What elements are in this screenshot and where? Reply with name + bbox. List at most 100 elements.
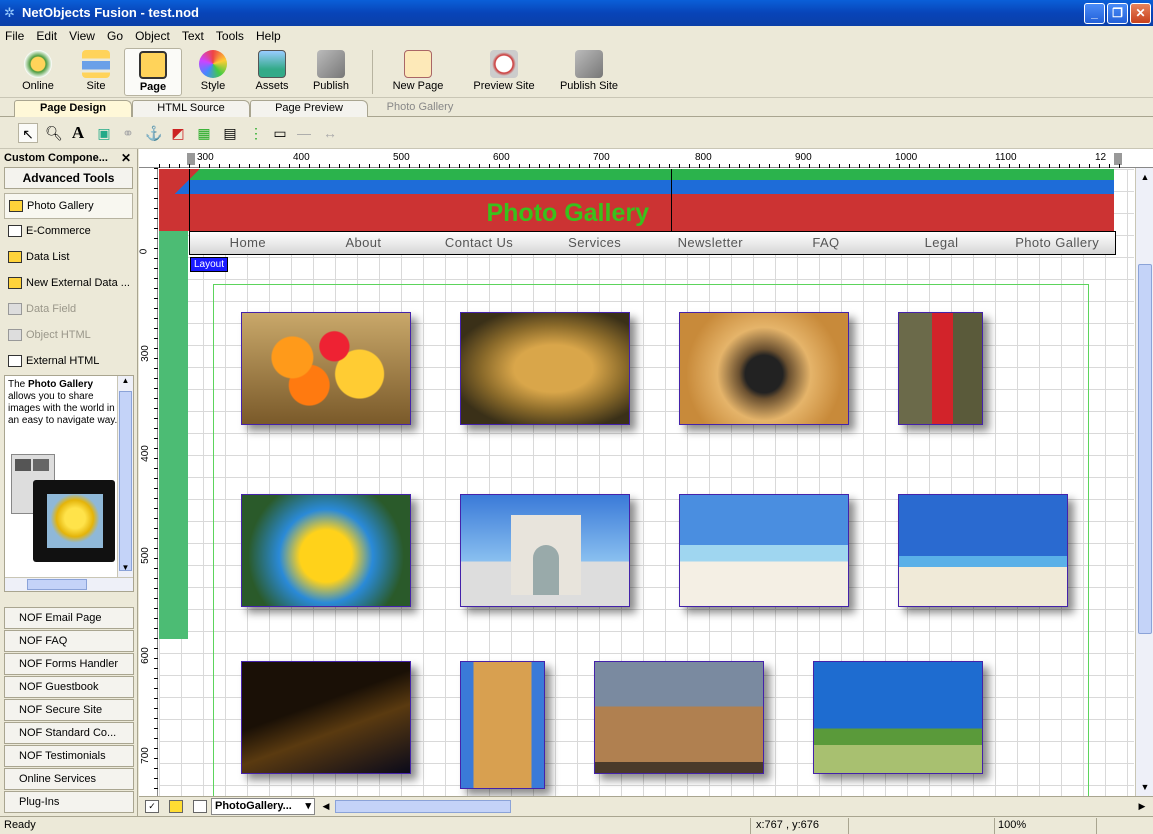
category-nof-testimonials[interactable]: NOF Testimonials [4, 745, 134, 767]
nav-home[interactable]: Home [190, 232, 306, 254]
category-nof-email-page[interactable]: NOF Email Page [4, 607, 134, 629]
online-button[interactable]: Online [8, 48, 68, 96]
close-panel-icon[interactable]: ✕ [121, 151, 131, 165]
publish-site-icon [575, 50, 603, 78]
gallery-photo-fruit[interactable] [241, 312, 411, 425]
menu-tools[interactable]: Tools [211, 26, 248, 43]
checkbox-icon[interactable]: ✓ [145, 800, 159, 813]
gallery-photo-meadow-sky[interactable] [813, 661, 983, 774]
table-tool-icon[interactable]: ▦ [194, 123, 214, 143]
form-tool-icon[interactable]: ▤ [220, 123, 240, 143]
category-nof-secure-site[interactable]: NOF Secure Site [4, 699, 134, 721]
section-advanced-tools[interactable]: Advanced Tools [4, 167, 133, 189]
scroll-down-icon[interactable]: ▼ [1138, 780, 1152, 794]
scroll-right-icon[interactable]: ▶ [1135, 799, 1149, 814]
component-new-external-data[interactable]: New External Data ... [4, 271, 133, 297]
page-icon [139, 51, 167, 79]
tab-html-source[interactable]: HTML Source [132, 100, 250, 117]
close-button[interactable]: ✕ [1130, 3, 1151, 24]
photo-gallery-preview-image [11, 454, 119, 570]
window-title: NetObjects Fusion - test.nod [22, 5, 199, 20]
layer-icon[interactable] [169, 800, 183, 813]
gallery-photo-colosseum[interactable] [594, 661, 764, 774]
minimize-button[interactable]: _ [1084, 3, 1105, 24]
component-object-html: Object HTML [4, 323, 133, 349]
maximize-button[interactable]: ❐ [1107, 3, 1128, 24]
gallery-photo-cathedral[interactable] [460, 661, 545, 789]
site-button[interactable]: Site [66, 48, 126, 96]
preview-site-button[interactable]: Preview Site [466, 48, 542, 96]
app-icon: ✲ [4, 5, 15, 20]
chevron-down-icon: ▾ [305, 800, 311, 812]
category-online-services[interactable]: Online Services [4, 768, 134, 790]
nav-newsletter[interactable]: Newsletter [653, 232, 769, 254]
data-field-icon [8, 303, 22, 315]
tab-page-design[interactable]: Page Design [14, 100, 132, 117]
page-canvas[interactable]: Photo Gallery Home About Contact Us Serv… [159, 169, 1134, 796]
menu-text[interactable]: Text [177, 26, 208, 43]
tab-page-preview[interactable]: Page Preview [250, 100, 368, 117]
draw-rectangle-icon[interactable]: ▭ [270, 123, 290, 143]
gallery-photo-arc-de-triomphe[interactable] [460, 494, 630, 607]
page-view-icon[interactable] [193, 800, 207, 813]
category-plug-ins[interactable]: Plug-Ins [4, 791, 134, 813]
menu-go[interactable]: Go [102, 26, 127, 43]
menu-object[interactable]: Object [130, 26, 174, 43]
menu-edit[interactable]: Edit [31, 26, 61, 43]
nav-photo-gallery[interactable]: Photo Gallery [999, 232, 1115, 254]
assets-button[interactable]: Assets [242, 48, 302, 96]
nav-faq[interactable]: FAQ [768, 232, 884, 254]
tab-photo-gallery[interactable]: Photo Gallery [370, 100, 470, 117]
nav-contact-us[interactable]: Contact Us [421, 232, 537, 254]
selection-tool-icon[interactable]: ↖ [18, 123, 38, 143]
component-e-commerce[interactable]: E-Commerce [4, 219, 133, 245]
category-nof-standard-components[interactable]: NOF Standard Co... [4, 722, 134, 744]
style-icon [199, 50, 227, 78]
gallery-photo-parrot-blue[interactable] [241, 494, 411, 607]
hotspot-tool-icon[interactable]: ◩ [168, 123, 188, 143]
zoom-level: 100% [998, 819, 1027, 831]
title-bar: ✲ NetObjects Fusion - test.nod _ ❐ ✕ [0, 0, 1153, 26]
page-button[interactable]: Page [124, 48, 182, 96]
nav-services[interactable]: Services [537, 232, 653, 254]
scroll-thumb[interactable] [1138, 264, 1152, 634]
canvas-horizontal-scroll-thumb[interactable] [335, 800, 511, 813]
category-nof-faq[interactable]: NOF FAQ [4, 630, 134, 652]
new-page-button[interactable]: New Page [386, 48, 450, 96]
gallery-photo-bridge-night[interactable] [241, 661, 411, 774]
category-nof-forms-handler[interactable]: NOF Forms Handler [4, 653, 134, 675]
gallery-photo-beach-palm[interactable] [679, 494, 849, 607]
page-select-dropdown[interactable]: PhotoGallery... ▾ [211, 798, 315, 815]
gallery-photo-parrot-red[interactable] [898, 312, 983, 425]
view-tabs: Page Design HTML Source Page Preview Pho… [0, 98, 1153, 117]
banner[interactable]: Photo Gallery [159, 169, 1114, 231]
layout-region-tool-icon[interactable]: ⋮ [246, 123, 266, 143]
menu-help[interactable]: Help [251, 26, 285, 43]
component-external-html[interactable]: External HTML [4, 349, 133, 375]
style-button[interactable]: Style [183, 48, 243, 96]
canvas-vertical-scrollbar[interactable]: ▲ ▼ [1135, 168, 1153, 796]
component-data-list[interactable]: Data List [4, 245, 133, 271]
nav-legal[interactable]: Legal [884, 232, 1000, 254]
gallery-photo-beach-umbrella[interactable] [898, 494, 1068, 607]
gallery-photo-leopard[interactable] [460, 312, 630, 425]
publish-button[interactable]: Publish [301, 48, 361, 96]
description-horizontal-scrollbar[interactable] [5, 577, 133, 591]
nav-about[interactable]: About [306, 232, 422, 254]
category-nof-guestbook[interactable]: NOF Guestbook [4, 676, 134, 698]
custom-components-panel: Custom Compone... ✕ Advanced Tools Photo… [0, 149, 138, 816]
component-photo-gallery[interactable]: Photo Gallery [4, 193, 133, 219]
menu-view[interactable]: View [64, 26, 99, 43]
photo-gallery-icon [9, 200, 23, 212]
scroll-up-icon[interactable]: ▲ [1138, 170, 1152, 184]
description-vertical-scrollbar[interactable]: ▲ ▼ [117, 376, 133, 591]
nav-bar[interactable]: Home About Contact Us Services Newslette… [189, 231, 1116, 255]
text-tool-icon[interactable]: A [68, 123, 88, 143]
picture-tool-icon[interactable]: ▣ [94, 123, 114, 143]
layout-label[interactable]: Layout [190, 257, 229, 272]
menu-file[interactable]: File [0, 26, 28, 43]
scroll-left-icon[interactable]: ◀ [319, 799, 333, 814]
publish-site-button[interactable]: Publish Site [552, 48, 626, 96]
zoom-tool-icon[interactable]: 🔍︎ [44, 123, 64, 143]
gallery-photo-monkey[interactable] [679, 312, 849, 425]
